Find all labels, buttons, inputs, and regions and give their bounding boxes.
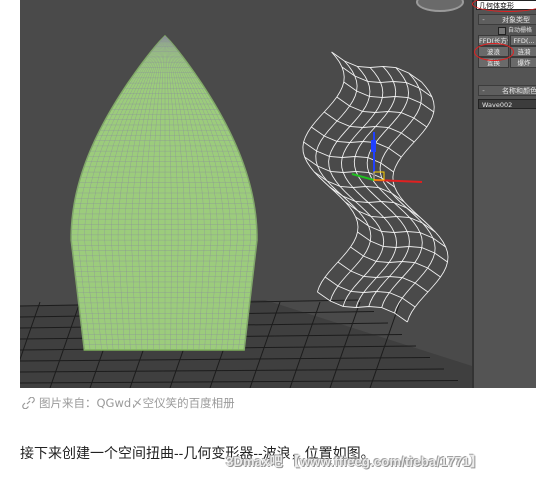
wave-wire	[323, 111, 415, 143]
wave-spacewarp-gizmo	[302, 51, 449, 323]
gizmo-handle[interactable]	[371, 140, 376, 152]
displace-button[interactable]: 置换	[478, 57, 509, 68]
wave-wire	[317, 291, 408, 323]
wave-wire	[337, 261, 429, 293]
wave-wire	[350, 246, 441, 278]
checkbox-icon[interactable]	[498, 26, 506, 35]
watermark: 3Dmax吧 【www.ffieeg.com/tieba/1771】	[226, 454, 484, 469]
3dsmax-screenshot: 几何体变形 -对象类型 自动栅格 FFD(长方体) FFD(... 波浪 涟漪 …	[20, 0, 536, 388]
link-icon	[22, 397, 35, 409]
category-dropdown[interactable]: 几何体变形	[476, 0, 536, 10]
wave-wire	[345, 201, 436, 233]
caption-text: 图片来自：QGwd〆空仪笑的百度相册	[39, 396, 235, 410]
name-color-rollout-header[interactable]: - 名称和颜色	[478, 85, 536, 96]
rollout-title: 对象类型	[502, 16, 530, 24]
auto-grid-label: 自动栅格	[508, 27, 533, 34]
wave-wire	[392, 81, 449, 323]
bomb-button[interactable]: 爆炸	[510, 57, 536, 68]
wave-button[interactable]: 波浪	[478, 46, 509, 57]
wave-wire	[336, 96, 428, 128]
ffd-cyl-button[interactable]: FFD(...	[510, 35, 536, 46]
auto-grid-checkbox[interactable]: 自动栅格	[498, 25, 532, 35]
perspective-viewport[interactable]	[20, 0, 472, 388]
rollout-title: 名称和颜色	[502, 87, 536, 95]
rollout-toggle[interactable]: -	[479, 86, 488, 95]
object-type-rollout-header[interactable]: - 对象类型	[478, 14, 536, 25]
wave-wire	[315, 60, 372, 302]
rollout-toggle[interactable]: -	[479, 15, 488, 24]
wave-wire	[329, 186, 420, 218]
command-panel: 几何体变形 -对象类型 自动栅格 FFD(长方体) FFD(... 波浪 涟漪 …	[472, 0, 536, 388]
wave-wire	[331, 51, 422, 83]
viewport-canvas	[20, 34, 472, 388]
wave-wire	[328, 66, 385, 307]
image-caption: 图片来自：QGwd〆空仪笑的百度相册	[22, 395, 235, 411]
object-name-input[interactable]: Wave002	[478, 99, 536, 109]
egg-mesh-object	[70, 34, 258, 351]
ripple-button[interactable]: 涟漪	[510, 46, 536, 57]
ffd-box-button[interactable]: FFD(长方体)	[478, 35, 509, 46]
